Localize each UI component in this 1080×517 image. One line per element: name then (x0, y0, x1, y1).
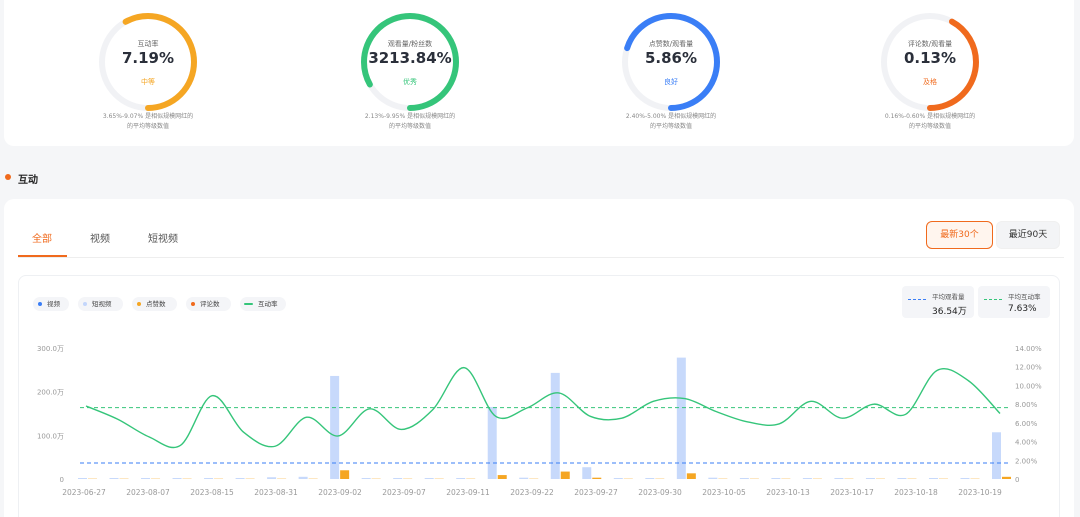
left-tick-label: 300.0万 (37, 345, 64, 353)
short-video-bar (802, 478, 812, 479)
likes-bar (371, 478, 381, 479)
x-tick-label: 2023-08-15 (190, 488, 234, 497)
short-video-bar (204, 478, 214, 479)
x-tick-label: 2023-06-27 (62, 488, 106, 497)
short-video-bar (928, 478, 938, 479)
short-video-bar (865, 478, 875, 479)
short-video-bar (393, 478, 403, 479)
short-video-bar (676, 357, 686, 479)
right-tick-label: 0 (1015, 476, 1019, 484)
x-tick-label: 2023-08-31 (254, 488, 298, 497)
likes-bar (497, 475, 507, 479)
short-video-bar (141, 478, 151, 479)
short-video-bar (613, 478, 623, 479)
short-video-bar (424, 478, 434, 479)
short-video-bar (456, 478, 466, 479)
likes-bar (560, 471, 570, 479)
likes-bar (529, 478, 539, 479)
right-tick-label: 2.00% (1015, 457, 1038, 465)
x-tick-label: 2023-09-30 (638, 488, 682, 497)
short-video-bar (267, 477, 277, 479)
left-tick-label: 0 (60, 476, 64, 484)
short-video-bar (109, 478, 119, 479)
likes-bar (938, 478, 948, 479)
likes-bar (119, 478, 129, 479)
short-video-bar (834, 478, 844, 479)
x-tick-label: 2023-09-11 (446, 488, 490, 497)
x-tick-label: 2023-09-02 (318, 488, 362, 497)
right-tick-label: 6.00% (1015, 420, 1038, 428)
short-video-bar (172, 478, 182, 479)
x-tick-label: 2023-09-07 (382, 488, 426, 497)
left-tick-label: 100.0万 (37, 432, 64, 440)
short-video-bar (771, 478, 781, 479)
short-video-bar (361, 478, 371, 479)
short-video-bar (897, 478, 907, 479)
right-tick-label: 14.00% (1015, 345, 1042, 353)
likes-bar (1002, 476, 1011, 479)
short-video-bar (235, 478, 245, 479)
likes-bar (812, 478, 822, 479)
x-tick-label: 2023-09-27 (574, 488, 618, 497)
short-video-bar (582, 467, 592, 479)
likes-bar (655, 478, 665, 479)
right-tick-label: 8.00% (1015, 401, 1038, 409)
x-tick-label: 2023-08-07 (126, 488, 170, 497)
likes-bar (970, 478, 980, 479)
likes-bar (403, 478, 413, 479)
engagement-chart: 0 100.0万 200.0万 300.0万 0 2.00% 4.00% 6.00% 8.00%… (37, 345, 1042, 497)
likes-bar (466, 478, 476, 479)
likes-bar (781, 478, 791, 479)
likes-bar (434, 478, 444, 479)
short-video-bar (519, 477, 529, 479)
x-tick-label: 2023-10-13 (766, 488, 810, 497)
short-video-bar (739, 478, 749, 479)
short-video-bar (708, 477, 718, 479)
x-tick-label: 2023-10-18 (894, 488, 938, 497)
likes-bar (686, 473, 696, 479)
likes-bar (592, 477, 602, 479)
left-tick-label: 200.0万 (37, 389, 64, 397)
likes-bar (214, 478, 224, 479)
short-video-bar (487, 406, 497, 479)
likes-bar (182, 478, 192, 479)
likes-bar (88, 478, 97, 479)
x-tick-label: 2023-10-19 (958, 488, 1002, 497)
likes-bar (623, 478, 633, 479)
short-video-bar (298, 476, 308, 479)
likes-bar (245, 478, 255, 479)
likes-bar (875, 478, 885, 479)
likes-bar (340, 470, 350, 479)
right-tick-label: 10.00% (1015, 382, 1042, 390)
short-video-bar (645, 478, 655, 479)
right-tick-label: 4.00% (1015, 439, 1038, 447)
x-tick-label: 2023-09-22 (510, 488, 554, 497)
x-tick-label: 2023-10-05 (702, 488, 746, 497)
likes-bar (844, 478, 854, 479)
likes-bar (907, 478, 917, 479)
likes-bar (308, 478, 318, 479)
likes-bar (277, 478, 287, 479)
likes-bar (749, 478, 759, 479)
likes-bar (151, 478, 161, 479)
x-tick-label: 2023-10-17 (830, 488, 874, 497)
right-tick-label: 12.00% (1015, 364, 1042, 372)
likes-bar (718, 478, 728, 479)
short-video-bar (992, 432, 1001, 479)
short-video-bar (960, 478, 970, 479)
short-video-bar (78, 478, 87, 479)
